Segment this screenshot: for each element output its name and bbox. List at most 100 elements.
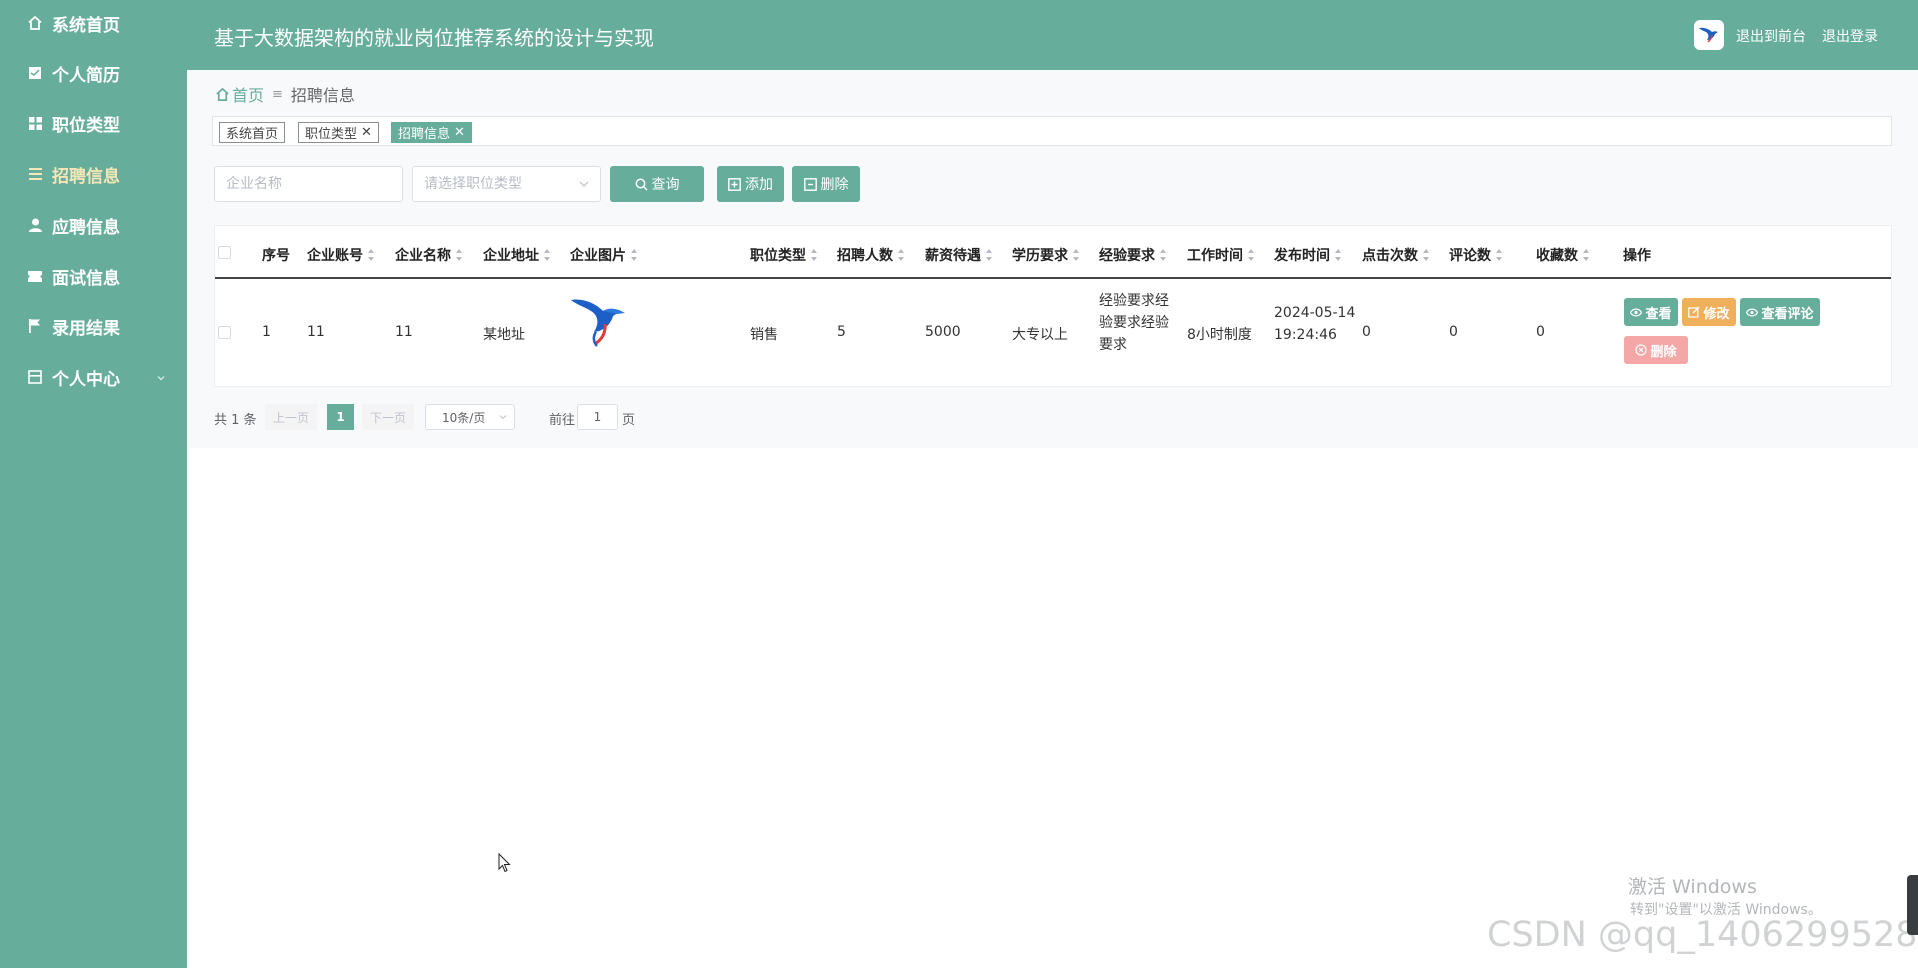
sort-icon[interactable]: [1073, 249, 1080, 261]
column-account[interactable]: 企业账号: [307, 245, 375, 265]
eye-icon: [1746, 308, 1759, 316]
tab-label: 职位类型: [305, 127, 358, 142]
column-work-time[interactable]: 工作时间: [1187, 245, 1255, 265]
edit-button[interactable]: 修改: [1682, 298, 1736, 326]
cell-education: 大专以上: [1012, 327, 1068, 343]
cell-headcount: 5: [837, 324, 846, 340]
windows-activation-title: 激活 Windows: [1628, 876, 1757, 898]
page-size-select[interactable]: 10条/页: [425, 404, 515, 430]
sidebar-item-label: 录用结果: [52, 318, 120, 339]
cell-comments: 0: [1449, 324, 1458, 340]
sort-icon[interactable]: [1335, 249, 1342, 261]
eagle-logo-icon: [571, 299, 625, 347]
company-image: [569, 296, 631, 352]
sidebar-item-label: 招聘信息: [52, 166, 120, 187]
close-icon[interactable]: ✕: [454, 125, 465, 140]
job-type-select-input[interactable]: [412, 166, 601, 202]
next-page-button[interactable]: 下一页: [362, 404, 414, 430]
row-checkbox[interactable]: [218, 326, 231, 339]
edge-widget[interactable]: [1907, 875, 1918, 935]
cell-job-type: 销售: [750, 327, 778, 343]
tab-label: 招聘信息: [398, 127, 451, 142]
column-index: 序号: [262, 248, 290, 264]
select-all-checkbox[interactable]: [218, 246, 231, 259]
query-button[interactable]: 查询: [610, 166, 704, 202]
cell-publish-clock: 19:24:46: [1274, 327, 1337, 343]
plus-square-icon: [728, 177, 741, 191]
sort-icon[interactable]: [986, 249, 993, 261]
sort-icon[interactable]: [1160, 249, 1167, 261]
sort-icon[interactable]: [1496, 249, 1503, 261]
view-button[interactable]: 查看: [1624, 298, 1678, 326]
column-comments[interactable]: 评论数: [1449, 245, 1503, 265]
sidebar-item-application[interactable]: 应聘信息: [0, 205, 187, 245]
close-icon[interactable]: ✕: [361, 125, 372, 140]
column-headcount[interactable]: 招聘人数: [837, 245, 905, 265]
sidebar-item-home[interactable]: 系统首页: [0, 3, 187, 43]
column-favorites[interactable]: 收藏数: [1536, 245, 1590, 265]
eye-icon: [1630, 308, 1643, 316]
page-1-button[interactable]: 1: [327, 404, 354, 430]
breadcrumb-home[interactable]: 首页: [215, 82, 264, 106]
view-comments-button[interactable]: 查看评论: [1740, 298, 1820, 326]
sidebar-item-resume[interactable]: 个人简历: [0, 53, 187, 93]
cell-publish-date: 2024-05-14: [1274, 305, 1356, 321]
avatar[interactable]: [1694, 20, 1724, 50]
tab-job-type[interactable]: 职位类型 ✕: [298, 122, 379, 143]
sort-icon[interactable]: [1248, 249, 1255, 261]
app-title: 基于大数据架构的就业岗位推荐系统的设计与实现: [214, 26, 654, 50]
sidebar-item-recruitment[interactable]: 招聘信息: [0, 154, 187, 194]
sort-icon[interactable]: [1423, 249, 1430, 261]
logout-link[interactable]: 退出登录: [1822, 26, 1878, 46]
column-address[interactable]: 企业地址: [483, 245, 551, 265]
close-circle-icon: [1635, 344, 1648, 356]
column-experience[interactable]: 经验要求: [1099, 245, 1167, 265]
cell-experience-line: 经验要求经: [1099, 293, 1169, 309]
column-salary[interactable]: 薪资待遇: [925, 245, 993, 265]
sort-icon[interactable]: [456, 249, 463, 261]
home-icon: [216, 87, 229, 101]
cell-account: 11: [307, 324, 325, 340]
to-front-link[interactable]: 退出到前台: [1736, 26, 1806, 46]
sort-icon[interactable]: [811, 249, 818, 261]
sort-icon[interactable]: [368, 249, 375, 261]
goto-prefix: 前往: [549, 413, 576, 428]
recruitment-table: 序号 企业账号 企业名称 企业地址 企业图片 职位类型 招聘人数 薪资待遇 学历…: [214, 225, 1892, 387]
sort-icon[interactable]: [544, 249, 551, 261]
batch-delete-button-label: 删除: [820, 177, 849, 193]
cell-favorites: 0: [1536, 324, 1545, 340]
ticket-icon: [26, 267, 44, 285]
job-type-select[interactable]: [412, 166, 601, 202]
cell-experience-line: 要求: [1099, 337, 1127, 353]
batch-delete-button[interactable]: 删除: [792, 166, 860, 202]
flag-icon: [26, 317, 44, 335]
goto-page-input[interactable]: [577, 404, 618, 430]
chevron-down-icon: [499, 415, 507, 420]
prev-page-button[interactable]: 上一页: [265, 404, 317, 430]
tab-recruitment[interactable]: 招聘信息 ✕: [391, 122, 472, 143]
sidebar-item-label: 应聘信息: [52, 217, 120, 238]
column-clicks[interactable]: 点击次数: [1362, 245, 1430, 265]
column-publish-time[interactable]: 发布时间: [1274, 245, 1342, 265]
column-image[interactable]: 企业图片: [570, 245, 638, 265]
column-job-type[interactable]: 职位类型: [750, 245, 818, 265]
column-education[interactable]: 学历要求: [1012, 245, 1080, 265]
column-company-name[interactable]: 企业名称: [395, 245, 463, 265]
tab-home[interactable]: 系统首页: [219, 122, 286, 143]
chevron-down-icon: [155, 369, 169, 383]
sort-icon[interactable]: [631, 249, 638, 261]
company-name-input[interactable]: [214, 166, 403, 202]
sidebar-item-job-type[interactable]: 职位类型: [0, 103, 187, 143]
delete-button[interactable]: 删除: [1624, 336, 1688, 364]
sidebar-item-personal-center[interactable]: 个人中心: [0, 357, 187, 397]
chevron-down-icon: [579, 181, 589, 187]
add-button[interactable]: 添加: [717, 166, 784, 202]
sidebar-item-label: 个人中心: [52, 369, 120, 390]
sidebar-item-hire-result[interactable]: 录用结果: [0, 306, 187, 346]
edit-icon: [1688, 306, 1700, 318]
sort-icon[interactable]: [898, 249, 905, 261]
pagination-total: 共 1 条: [214, 413, 257, 428]
sort-icon[interactable]: [1583, 249, 1590, 261]
add-button-label: 添加: [745, 177, 773, 193]
sidebar-item-interview[interactable]: 面试信息: [0, 256, 187, 296]
